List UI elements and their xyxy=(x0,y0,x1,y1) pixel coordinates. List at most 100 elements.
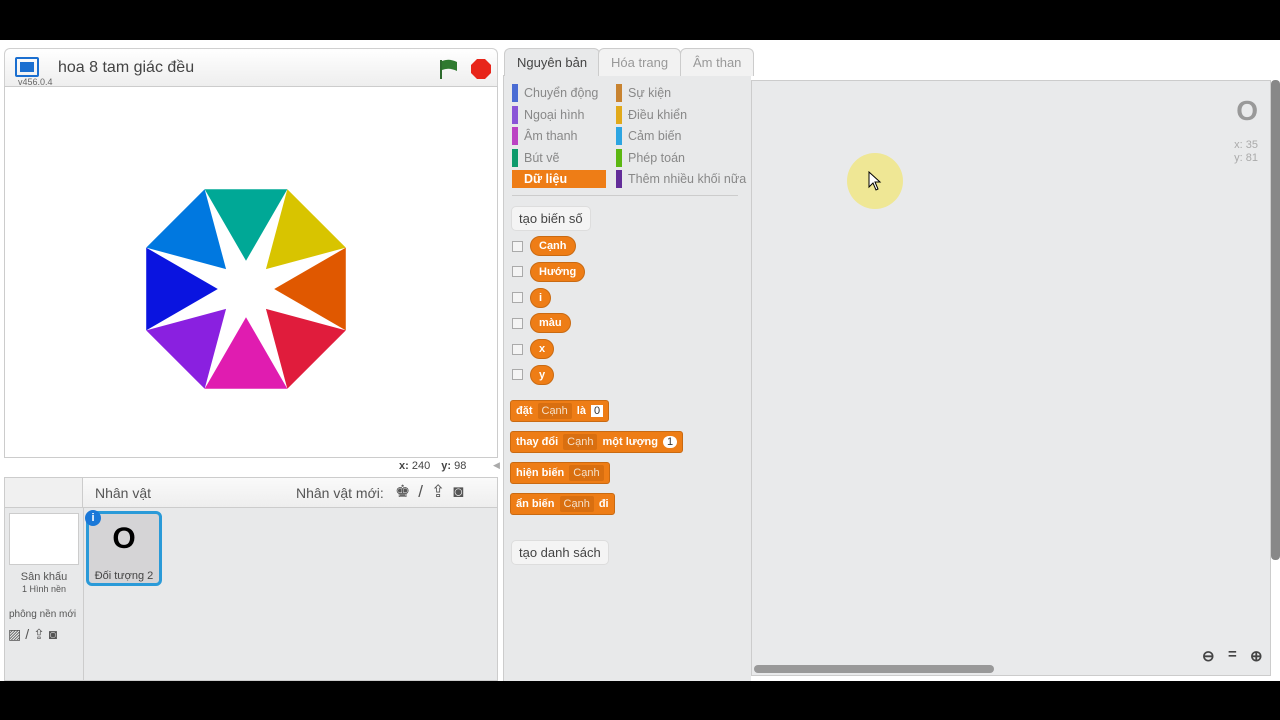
horizontal-scrollbar[interactable] xyxy=(754,665,994,673)
category-color-icon xyxy=(512,84,518,102)
variable-row: màu xyxy=(512,313,585,334)
category-label: Điều khiển xyxy=(628,107,688,122)
category-list: Chuyển động Sự kiện Ngoại hình Điều khiển Âm… xyxy=(512,84,748,189)
category-label: Dữ liệu xyxy=(524,172,568,187)
change-variable-block[interactable]: thay đổi Cạnh một lượng 1 xyxy=(510,431,684,453)
category-9[interactable]: Thêm nhiều khối nữa xyxy=(616,170,748,189)
variable-reporter[interactable]: Cạnh xyxy=(530,236,576,256)
variable-reporter[interactable]: y xyxy=(530,364,555,385)
category-color-icon xyxy=(616,105,622,124)
category-label: Chuyển động xyxy=(524,86,599,100)
camera-sprite-icon[interactable]: ◙ xyxy=(453,482,463,502)
category-7[interactable]: Phép toán xyxy=(616,148,748,167)
sprite-thumbnail[interactable]: O Đối tượng 2 i xyxy=(85,510,162,586)
flower-drawing xyxy=(146,189,346,389)
category-2[interactable]: Ngoại hình xyxy=(512,105,616,124)
backdrop-library-icon[interactable]: ▨ xyxy=(8,626,21,643)
project-title[interactable]: hoa 8 tam giác đều xyxy=(58,59,194,77)
show-variable-checkbox[interactable] xyxy=(512,266,523,278)
paint-backdrop-icon[interactable]: / xyxy=(25,626,29,643)
sprite-library-icon[interactable]: ♚ xyxy=(395,482,410,502)
sprite-position: x: 35 y: 81 xyxy=(1234,139,1258,164)
category-color-icon xyxy=(512,105,518,124)
tab-scripts[interactable]: Nguyên bản xyxy=(504,48,601,76)
category-4[interactable]: Âm thanh xyxy=(512,127,616,146)
new-backdrop-label: phông nền mới xyxy=(9,609,77,620)
variable-dropdown[interactable]: Cạnh xyxy=(537,403,572,419)
variable-reporter[interactable]: x xyxy=(530,339,555,360)
variable-row: x xyxy=(512,339,585,360)
mouse-coordinates: x: 240 y: 98 xyxy=(399,460,467,472)
value-input[interactable]: 0 xyxy=(590,405,604,417)
variable-row: y xyxy=(512,364,585,385)
zoom-out-icon[interactable]: ⊖ xyxy=(1202,647,1215,665)
sprite-costume-preview: O xyxy=(1236,95,1258,126)
variable-list: Cạnh Hướng i màu x y xyxy=(512,236,586,385)
scratch-editor: hoa 8 tam giác đều v456.0.4 x: 240 y: 98… xyxy=(0,40,1280,681)
stop-icon[interactable] xyxy=(470,58,492,80)
variable-dropdown[interactable]: Cạnh xyxy=(563,434,598,450)
tab-sounds[interactable]: Âm than xyxy=(680,48,755,76)
upload-backdrop-icon[interactable]: ⇪ xyxy=(33,626,45,643)
variable-row: Cạnh xyxy=(512,236,585,256)
collapse-handle[interactable]: ◀ xyxy=(493,460,503,474)
value-input[interactable]: 1 xyxy=(662,436,678,448)
sprites-panel: Nhân vật Nhân vật mới: ♚ / ⇪ ◙ Sân khấu 1 H… xyxy=(4,477,498,681)
upload-sprite-icon[interactable]: ⇪ xyxy=(431,482,445,502)
show-variable-checkbox[interactable] xyxy=(512,292,523,304)
category-5[interactable]: Cảm biến xyxy=(616,127,748,146)
show-variable-checkbox[interactable] xyxy=(512,317,523,329)
category-label: Bút vẽ xyxy=(524,150,560,165)
category-label: Thêm nhiều khối nữa xyxy=(628,172,747,187)
new-sprite-label: Nhân vật mới: xyxy=(296,485,384,501)
category-6[interactable]: Bút vẽ xyxy=(512,148,616,167)
variable-dropdown[interactable]: Cạnh xyxy=(559,496,594,512)
show-variable-checkbox[interactable] xyxy=(512,343,523,355)
zoom-reset-icon[interactable]: = xyxy=(1228,646,1237,663)
category-color-icon xyxy=(512,148,518,167)
variable-reporter[interactable]: Hướng xyxy=(530,261,586,282)
mouse-cursor-icon xyxy=(868,170,882,196)
category-0[interactable]: Chuyển động xyxy=(512,84,616,102)
stage-canvas[interactable] xyxy=(4,86,498,458)
category-label: Phép toán xyxy=(628,150,685,165)
category-color-icon xyxy=(512,127,518,146)
category-label: Cảm biến xyxy=(628,129,682,144)
backdrop-count: 1 Hình nền xyxy=(21,584,67,594)
sprite-costume: O xyxy=(112,522,136,555)
fullscreen-icon[interactable] xyxy=(15,57,39,77)
category-color-icon xyxy=(616,170,622,189)
zoom-in-icon[interactable]: ⊕ xyxy=(1250,647,1263,665)
variable-row: Hướng xyxy=(512,261,586,282)
make-list-button[interactable]: tạo danh sách xyxy=(511,540,609,565)
category-color-icon xyxy=(616,84,622,102)
show-variable-checkbox[interactable] xyxy=(512,240,523,252)
category-label: Ngoại hình xyxy=(524,107,585,122)
category-3[interactable]: Điều khiển xyxy=(616,105,748,124)
script-area[interactable]: O x: 35 y: 81 ⊖ = ⊕ xyxy=(751,80,1271,676)
tab-costumes[interactable]: Hóa trang xyxy=(598,48,682,76)
stage-label: Sân khấu xyxy=(20,571,68,583)
show-variable-checkbox[interactable] xyxy=(512,369,523,381)
show-variable-block[interactable]: hiện biến Cạnh xyxy=(510,462,610,484)
vertical-scrollbar[interactable] xyxy=(1271,80,1280,560)
variable-dropdown[interactable]: Cạnh xyxy=(569,465,604,481)
paint-sprite-icon[interactable]: / xyxy=(418,482,423,502)
category-label: Âm thanh xyxy=(524,129,578,144)
hide-variable-block[interactable]: ẩn biến Cạnh đi xyxy=(510,493,615,515)
sprite-name: Đối tượng 2 xyxy=(94,570,154,582)
sprites-header: Nhân vật xyxy=(95,485,152,501)
make-variable-button[interactable]: tạo biến số xyxy=(511,206,591,231)
variable-reporter[interactable]: màu xyxy=(530,313,571,334)
category-8[interactable]: Dữ liệu xyxy=(512,170,606,189)
green-flag-icon[interactable] xyxy=(437,58,459,80)
info-icon[interactable]: i xyxy=(85,510,101,526)
variable-row: i xyxy=(512,287,585,308)
camera-backdrop-icon[interactable]: ◙ xyxy=(49,626,57,643)
stage-thumbnail[interactable] xyxy=(9,513,79,565)
variable-reporter[interactable]: i xyxy=(530,287,552,308)
set-variable-block[interactable]: đặt Cạnh là 0 xyxy=(510,400,610,422)
category-color-icon xyxy=(616,148,622,167)
category-1[interactable]: Sự kiện xyxy=(616,84,748,102)
category-label: Sự kiện xyxy=(628,86,672,100)
